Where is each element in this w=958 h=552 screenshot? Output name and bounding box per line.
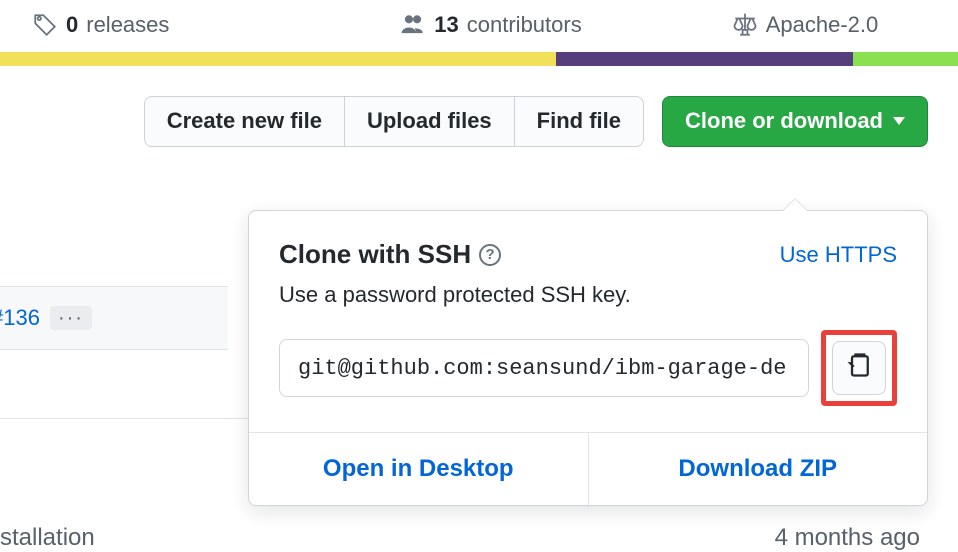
find-file-button[interactable]: Find file	[515, 96, 644, 147]
create-new-file-button[interactable]: Create new file	[144, 96, 345, 147]
tag-icon	[32, 12, 58, 38]
contributors-label: contributors	[467, 12, 582, 38]
clone-title-text: Clone with SSH	[279, 239, 471, 270]
commit-row-partial: #136 ···	[0, 286, 228, 350]
divider	[0, 418, 248, 419]
language-segment	[0, 52, 556, 66]
clone-subtitle: Use a password protected SSH key.	[279, 282, 897, 308]
clipboard-icon	[845, 351, 873, 385]
copy-highlight	[821, 330, 897, 406]
language-segment	[556, 52, 853, 66]
download-zip-button[interactable]: Download ZIP	[588, 433, 928, 505]
language-bar[interactable]	[0, 52, 958, 66]
caret-down-icon	[893, 117, 905, 125]
repo-stats-row: 0 releases 13 contributors Apache-2.0	[0, 0, 958, 52]
help-icon[interactable]: ?	[479, 244, 501, 266]
contributors-stat[interactable]: 13 contributors	[346, 12, 636, 38]
clone-or-download-label: Clone or download	[685, 107, 883, 136]
license-name: Apache-2.0	[766, 12, 879, 38]
language-segment	[853, 52, 958, 66]
releases-label: releases	[86, 12, 169, 38]
releases-stat[interactable]: 0 releases	[8, 12, 322, 38]
switch-to-https-link[interactable]: Use HTTPS	[780, 242, 897, 268]
contributors-count: 13	[434, 12, 458, 38]
clone-popover-footer: Open in Desktop Download ZIP	[249, 432, 927, 505]
upload-files-button[interactable]: Upload files	[345, 96, 515, 147]
license-stat[interactable]: Apache-2.0	[660, 12, 950, 38]
clone-or-download-button[interactable]: Clone or download	[662, 96, 928, 147]
copy-url-button[interactable]	[832, 341, 886, 395]
popover-caret-icon	[783, 199, 807, 211]
ellipsis-button[interactable]: ···	[50, 306, 92, 330]
clone-popover: Clone with SSH ? Use HTTPS Use a passwor…	[248, 210, 928, 506]
releases-count: 0	[66, 12, 78, 38]
issue-link[interactable]: #136	[0, 305, 40, 331]
file-button-group: Create new file Upload files Find file	[144, 96, 644, 147]
people-icon	[400, 12, 426, 38]
file-actions-row: Create new file Upload files Find file C…	[0, 66, 958, 157]
law-icon	[732, 12, 758, 38]
open-in-desktop-button[interactable]: Open in Desktop	[249, 433, 588, 505]
clone-popover-title: Clone with SSH ?	[279, 239, 501, 270]
clone-url-input[interactable]	[279, 339, 809, 397]
